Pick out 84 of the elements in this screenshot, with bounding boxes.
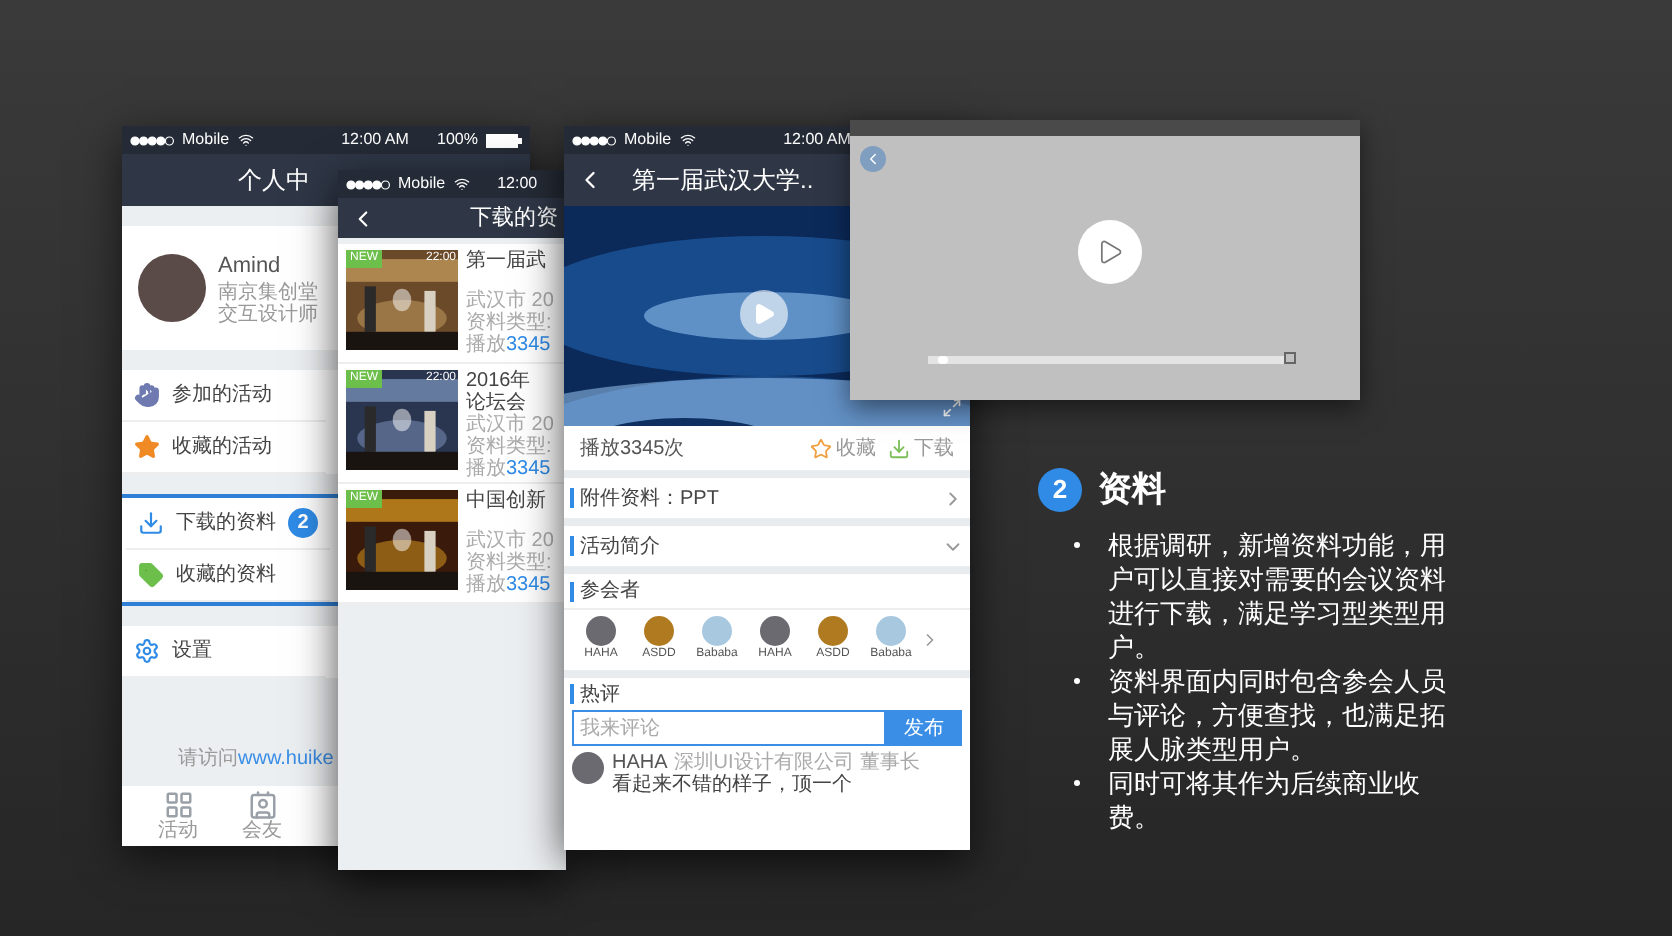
callout-title: 资料 (1098, 468, 1166, 512)
user-name: Amind (218, 251, 283, 281)
item-plays: 播放3345 (466, 458, 553, 480)
section-row[interactable]: 活动简介 (564, 526, 970, 566)
signal-icon (130, 135, 174, 145)
attendee-avatar[interactable] (760, 616, 790, 646)
menu-label: 收藏的资料 (176, 561, 276, 590)
bullet-text: 根据调研，新增资料功能，用户可以直接对需要的会议资料进行下载，满足学习型类型用户。 (1108, 527, 1448, 663)
progress-thumb[interactable] (938, 356, 949, 364)
step-badge: 2 (288, 508, 318, 538)
wifi-icon (237, 132, 254, 148)
menu-item[interactable]: 下载的资料 2 (126, 498, 330, 550)
time-text: 12:00 (497, 172, 538, 196)
menu-item[interactable]: 收藏的活动 (122, 422, 326, 474)
commenter-name: HAHA (612, 752, 668, 774)
comment-input[interactable]: 我来评论 (572, 710, 886, 746)
bullet-icon (1074, 541, 1080, 547)
star-icon (134, 434, 160, 460)
item-city: 武汉市 20 (466, 290, 554, 312)
signal-icon (572, 135, 616, 145)
section-title: 参会者 (580, 577, 640, 606)
user-role: 交互设计师 (218, 304, 318, 327)
item-title: 论坛会 (466, 392, 528, 414)
step-badge: 2 (1038, 467, 1082, 512)
attendee-avatar[interactable] (586, 616, 616, 646)
item-type: 资料类型: (466, 312, 554, 334)
menu-label: 参加的活动 (172, 381, 272, 410)
item-city: 武汉市 20 (466, 414, 554, 436)
screen-title: 第一届武汉大学.. (632, 164, 814, 198)
hand-icon (134, 382, 160, 408)
plays-text: 播放3345次 (580, 435, 685, 463)
item-title: 2016年 (466, 370, 533, 392)
download-icon (888, 437, 910, 459)
download-icon (138, 510, 164, 536)
item-type: 资料类型: (466, 552, 554, 574)
menu-item[interactable]: 参加的活动 (122, 370, 326, 422)
carrier-text: Mobile (182, 128, 230, 152)
comment-text: 看起来不错的样子，顶一个 (612, 774, 854, 796)
star-icon (810, 437, 832, 459)
back-button[interactable] (860, 146, 886, 172)
battery-icon (486, 133, 522, 147)
play-icon (752, 302, 776, 326)
user-company: 南京集创堂 (218, 282, 318, 305)
settings-icon (134, 638, 160, 664)
play-icon (1096, 238, 1124, 266)
bullet-text: 同时可将其作为后续商业收费。 (1108, 765, 1422, 833)
menu-label: 收藏的活动 (172, 433, 272, 462)
attendee-avatar[interactable] (818, 616, 848, 646)
item-title: 第一届武 (466, 250, 548, 272)
attendee-avatar[interactable] (644, 616, 674, 646)
menu-label: 设置 (172, 637, 212, 666)
contact-card-icon (247, 790, 277, 820)
item-city: 武汉市 20 (466, 530, 554, 552)
carrier-text: Mobile (398, 172, 446, 196)
grid-icon (163, 790, 193, 820)
avatar (138, 254, 206, 322)
item-type: 资料类型: (466, 436, 554, 458)
wifi-icon (679, 132, 696, 148)
fullscreen-icon[interactable] (1284, 352, 1296, 364)
menu-item[interactable]: 收藏的资料 (126, 550, 330, 602)
item-title: 中国创新 (466, 490, 548, 512)
menu-label: 下载的资料 (176, 509, 276, 538)
wifi-icon (453, 176, 470, 192)
commenter-position: 董事长 (859, 752, 920, 774)
signal-icon (346, 179, 390, 189)
section-title: 热评 (580, 681, 620, 709)
commenter-company: 深圳UI设计有限公司 (673, 752, 854, 774)
item-plays: 播放3345 (466, 334, 553, 356)
back-icon (864, 150, 882, 168)
carrier-text: Mobile (624, 128, 672, 152)
screen-title: 个人中 (238, 164, 310, 198)
tag-icon (138, 562, 164, 588)
battery-text: 100% (437, 128, 478, 152)
play-button[interactable] (740, 290, 788, 338)
time-text: 12:00 AM (341, 128, 409, 152)
bullet-icon (1074, 779, 1080, 785)
screen-title: 下载的资 (470, 203, 558, 234)
bullet-icon (1074, 677, 1080, 683)
item-plays: 播放3345 (466, 574, 553, 596)
section-row[interactable]: 附件资料：PPT (564, 478, 970, 518)
commenter-avatar (572, 752, 604, 784)
time-text: 12:00 AM (783, 128, 851, 152)
footer-text: 请访问 (178, 745, 238, 774)
bullet-text: 资料界面内同时包含参会人员与评论，方便查找，也满足拓展人脉类型用户。 (1108, 663, 1448, 765)
